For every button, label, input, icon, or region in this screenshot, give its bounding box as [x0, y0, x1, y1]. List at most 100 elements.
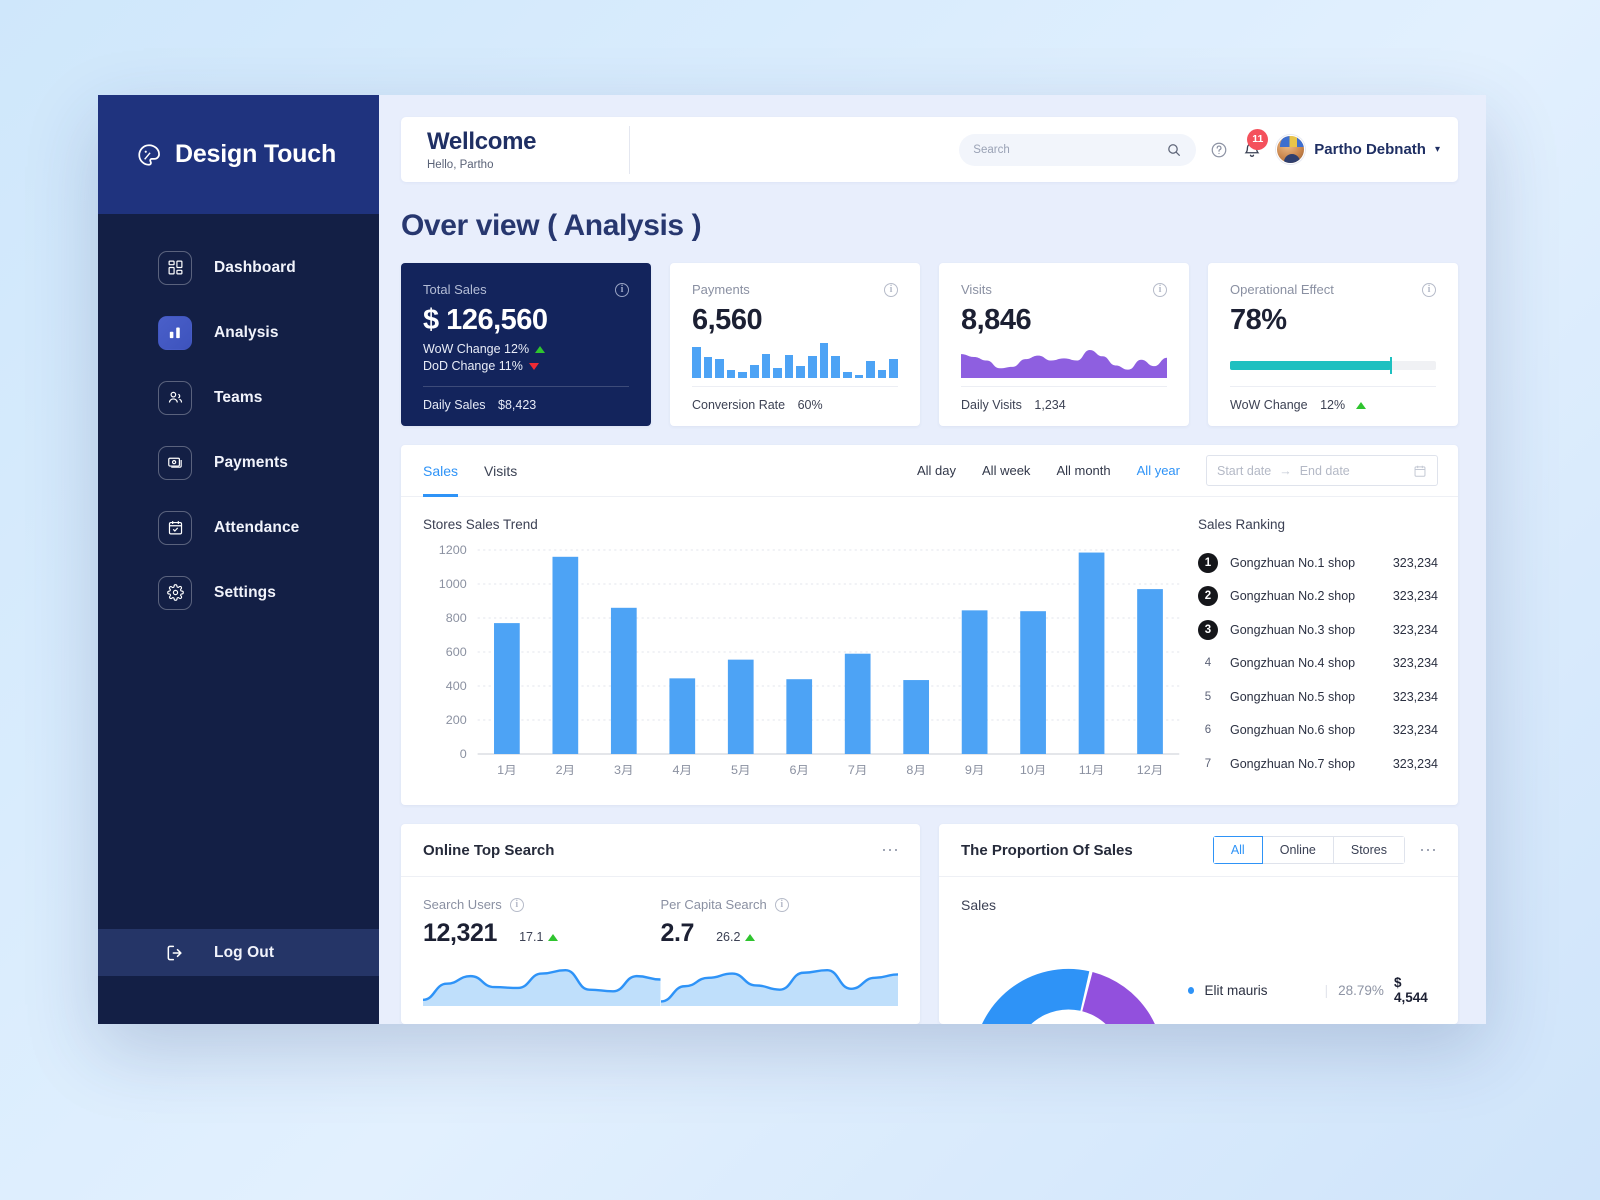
sidebar-item-settings[interactable]: Settings [98, 569, 379, 616]
donut-legend: Elit mauris | 28.79% $ 4,544 [1187, 975, 1436, 1005]
more-options-icon[interactable]: ⋯ [881, 841, 900, 859]
segment-all[interactable]: All [1212, 836, 1263, 864]
stat-label: Total Sales [423, 282, 487, 297]
bar[interactable] [1137, 589, 1163, 754]
info-icon[interactable]: i [1422, 282, 1436, 297]
legend-percent: 28.79% [1338, 982, 1384, 998]
metric-per-capita-search: Per Capita Search i 2.7 26.2 [660, 897, 899, 1006]
panel-title: Online Top Search [423, 841, 555, 859]
ranking-row[interactable]: 3 Gongzhuan No.3 shop 323,234 [1198, 613, 1438, 647]
mini-bar [715, 358, 724, 378]
stat-footer-key: Daily Visits [961, 398, 1022, 412]
sidebar-item-analysis[interactable]: Analysis [98, 309, 379, 356]
range-all-day[interactable]: All day [917, 463, 956, 478]
bar[interactable] [786, 679, 813, 754]
sidebar-item-payments[interactable]: Payments [98, 439, 379, 486]
mini-bar [761, 354, 771, 378]
ranking-shop-name: Gongzhuan No.6 shop [1230, 723, 1356, 738]
area-fill [423, 970, 661, 1006]
x-axis-tick: 3月 [614, 763, 634, 776]
ranking-value: 323,234 [1392, 555, 1438, 570]
stat-card-header: Total Sales i [423, 282, 629, 297]
stat-label: Operational Effect [1230, 282, 1334, 297]
more-options-icon[interactable]: ⋯ [1419, 841, 1438, 859]
x-axis-tick: 9月 [965, 763, 985, 776]
ranking-row[interactable]: 5 Gongzhuan No.5 shop 323,234 [1198, 680, 1438, 714]
bar[interactable] [669, 678, 696, 754]
stores-sales-trend-chart: Stores Sales Trend 0 200 400 600 800 1000 1200… [423, 517, 1188, 793]
calendar-icon[interactable] [1413, 464, 1427, 478]
panel-body: Sales Elit mauris | 28.79% $ 4,544 [939, 877, 1458, 1024]
avatar [1276, 135, 1306, 164]
help-circle-icon[interactable] [1210, 141, 1228, 159]
sidebar-item-teams[interactable]: Teams [98, 374, 379, 421]
bar[interactable] [727, 659, 754, 754]
trend-up-icon [745, 933, 756, 941]
ranking-value: 323,234 [1392, 723, 1438, 738]
ranking-row[interactable]: 4 Gongzhuan No.4 shop 323,234 [1198, 647, 1438, 681]
segment-online[interactable]: Online [1262, 836, 1334, 864]
chart-title: Stores Sales Trend [423, 517, 538, 532]
chevron-down-icon[interactable]: ▾ [1435, 144, 1440, 155]
info-icon[interactable]: i [615, 282, 629, 297]
notifications-button[interactable]: 11 [1242, 128, 1269, 160]
dashboard-grid-icon [158, 250, 192, 285]
topbar: Wellcome Hello, Partho Search 11 Partho … [401, 117, 1458, 182]
date-range-picker[interactable]: Start date → End date [1206, 455, 1438, 486]
mini-bar [738, 372, 748, 378]
x-axis-tick: 10月 [1020, 763, 1047, 776]
dod-change-label: DoD Change 11% [423, 359, 523, 373]
bar[interactable] [552, 556, 579, 754]
metric-row: 2.7 26.2 [661, 919, 899, 948]
bar[interactable] [844, 653, 871, 754]
info-icon[interactable]: i [1153, 282, 1167, 297]
sidebar-item-dashboard[interactable]: Dashboard [98, 244, 379, 291]
bar[interactable] [961, 610, 988, 754]
logout-button[interactable]: Log Out [98, 929, 379, 976]
welcome-title: Wellcome [427, 128, 537, 155]
search-icon[interactable] [1166, 142, 1182, 158]
info-icon[interactable]: i [509, 897, 524, 912]
ranking-position: 7 [1204, 757, 1212, 770]
sidebar-nav: Dashboard Analysis Teams Payments Attend… [98, 214, 379, 929]
x-axis-tick: 4月 [673, 763, 693, 776]
banknote-icon [158, 445, 192, 480]
bar[interactable] [903, 680, 930, 754]
mini-bar [796, 366, 806, 378]
page-title: Over view ( Analysis ) [401, 209, 702, 242]
range-all-year[interactable]: All year [1137, 463, 1180, 478]
range-all-month[interactable]: All month [1056, 463, 1110, 478]
bar[interactable] [1020, 611, 1046, 754]
ranking-shop-name: Gongzhuan No.2 shop [1230, 589, 1356, 604]
x-axis-tick: 12月 [1137, 763, 1164, 776]
sidebar-item-attendance[interactable]: Attendance [98, 504, 379, 551]
ranking-shop-name: Gongzhuan No.4 shop [1230, 656, 1356, 671]
range-all-week[interactable]: All week [982, 463, 1030, 478]
donut-slice[interactable] [973, 968, 1090, 1024]
wow-change-label: WoW Change 12% [423, 342, 530, 356]
bar[interactable] [610, 607, 637, 754]
ranking-value: 323,234 [1392, 689, 1438, 704]
start-date-input[interactable]: Start date [1217, 464, 1271, 478]
bar[interactable] [494, 623, 520, 754]
end-date-input[interactable]: End date [1300, 464, 1350, 478]
info-icon[interactable]: i [774, 897, 789, 912]
search-box[interactable] [959, 133, 1197, 166]
ranking-row[interactable]: 7 Gongzhuan No.7 shop 323,234 [1198, 747, 1438, 781]
ranking-row[interactable]: 6 Gongzhuan No.6 shop 323,234 [1198, 714, 1438, 748]
segment-stores[interactable]: Stores [1333, 836, 1405, 864]
sidebar-item-label: Teams [214, 388, 263, 406]
tab-sales[interactable]: Sales [423, 445, 459, 497]
ranking-row[interactable]: 1 Gongzhuan No.1 shop 323,234 [1198, 546, 1438, 580]
ranking-row[interactable]: 2 Gongzhuan No.2 shop 323,234 [1198, 580, 1438, 614]
date-arrow-icon: → [1279, 463, 1292, 478]
donut-slice[interactable] [1082, 971, 1163, 1024]
metric-delta-text: 17.1 [519, 930, 544, 944]
tab-visits[interactable]: Visits [484, 445, 517, 497]
info-icon[interactable]: i [884, 282, 898, 297]
user-menu[interactable]: Partho Debnath ▾ [1276, 135, 1440, 164]
stat-card-header: Visits i [961, 282, 1167, 297]
search-input[interactable] [973, 143, 1167, 156]
panel-header: The Proportion Of Sales All Online Store… [939, 824, 1458, 877]
bar[interactable] [1078, 552, 1105, 754]
